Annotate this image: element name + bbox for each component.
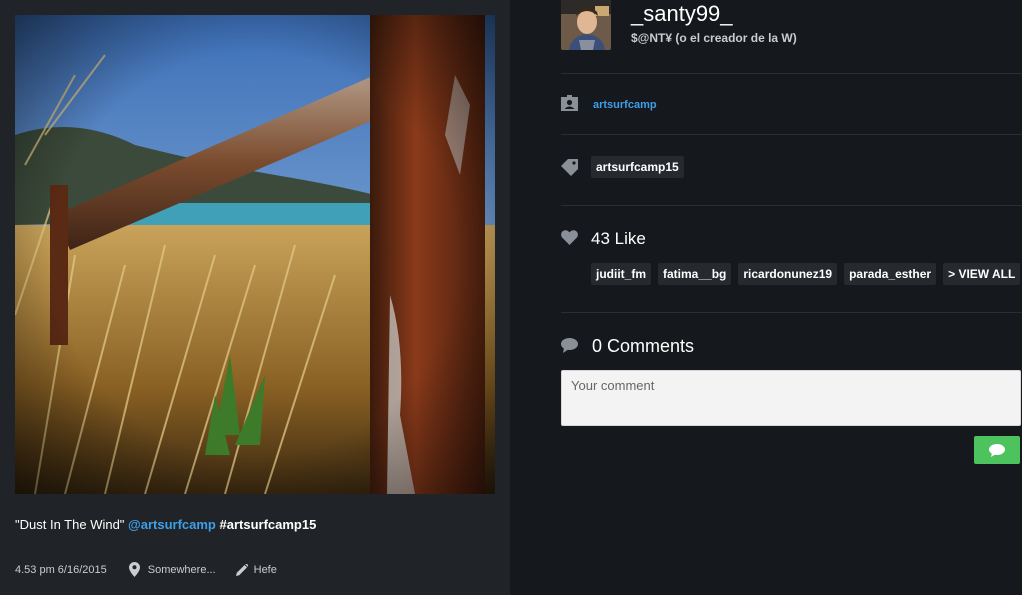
contact-card-icon bbox=[561, 95, 578, 111]
caption-mention-link[interactable]: @artsurfcamp bbox=[128, 517, 216, 532]
caption-hashtag-link[interactable]: #artsurfcamp15 bbox=[220, 517, 317, 532]
speech-bubble-icon bbox=[561, 338, 578, 353]
post-filter: Hefe bbox=[253, 563, 277, 576]
liker-chip[interactable]: fatima__bg bbox=[658, 263, 732, 285]
map-pin-icon bbox=[128, 562, 140, 577]
author-names: _santy99_ $@NT¥ (o el creador de la W) bbox=[631, 0, 797, 46]
view-all-likes-button[interactable]: > VIEW ALL bbox=[943, 263, 1021, 285]
post-meta: 4.53 pm 6/16/2015 Somewhere... Hefe bbox=[15, 562, 277, 577]
post-caption: "Dust In The Wind" @artsurfcamp #artsurf… bbox=[15, 517, 316, 532]
likes-count: 43 Like bbox=[591, 229, 646, 248]
author-full-name: $@NT¥ (o el creador de la W) bbox=[631, 31, 797, 45]
post-media-panel: "Dust In The Wind" @artsurfcamp #artsurf… bbox=[0, 0, 510, 595]
send-comment-button[interactable] bbox=[974, 436, 1020, 464]
post-location[interactable]: Somewhere... bbox=[148, 564, 216, 576]
tagged-account-link[interactable]: artsurfcamp bbox=[593, 99, 657, 111]
liker-chip[interactable]: judiit_fm bbox=[591, 263, 651, 285]
likers-list: judiit_fm fatima__bg ricardonunez19 para… bbox=[591, 263, 1021, 285]
comment-input[interactable] bbox=[561, 370, 1021, 426]
avatar-image bbox=[561, 0, 611, 50]
divider bbox=[561, 205, 1022, 206]
post-photo-image bbox=[15, 15, 495, 494]
post-details-panel: _santy99_ $@NT¥ (o el creador de la W) a… bbox=[510, 0, 1022, 595]
liker-chip[interactable]: ricardonunez19 bbox=[738, 263, 838, 285]
post-photo[interactable] bbox=[15, 15, 495, 494]
author-profile: _santy99_ $@NT¥ (o el creador de la W) bbox=[561, 0, 797, 50]
tag-icon bbox=[561, 159, 578, 176]
hashtag-chip[interactable]: artsurfcamp15 bbox=[591, 156, 684, 178]
heart-icon[interactable] bbox=[561, 230, 578, 245]
caption-title: "Dust In The Wind" bbox=[15, 517, 125, 532]
pencil-icon bbox=[235, 563, 248, 576]
liker-chip[interactable]: parada_esther bbox=[844, 263, 937, 285]
author-username[interactable]: _santy99_ bbox=[631, 3, 797, 25]
divider bbox=[561, 134, 1022, 135]
post-timestamp: 4.53 pm 6/16/2015 bbox=[15, 563, 107, 576]
avatar[interactable] bbox=[561, 0, 611, 50]
divider bbox=[561, 312, 1022, 313]
comments-count: 0 Comments bbox=[592, 336, 695, 356]
chat-bubble-icon bbox=[989, 443, 1005, 457]
divider bbox=[561, 73, 1022, 74]
